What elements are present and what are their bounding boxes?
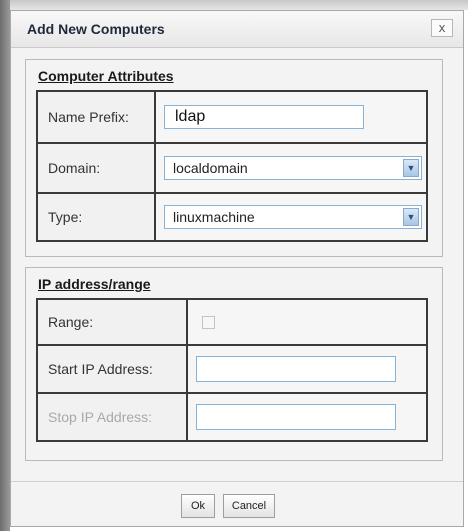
background-window-edge	[0, 0, 10, 531]
stop-ip-cell	[186, 392, 428, 442]
ip-range-legend: IP address/range	[38, 276, 151, 292]
start-ip-cell	[186, 344, 428, 394]
domain-selected-value: localdomain	[173, 160, 248, 176]
chevron-down-icon[interactable]: ▼	[403, 159, 419, 177]
type-selected-value: linuxmachine	[173, 209, 255, 225]
start-ip-input[interactable]	[196, 356, 396, 382]
type-cell: linuxmachine ▼	[154, 192, 428, 242]
computer-attributes-legend: Computer Attributes	[38, 68, 174, 84]
range-row: Range:	[36, 298, 428, 346]
chevron-down-icon[interactable]: ▼	[403, 208, 419, 226]
range-label: Range:	[36, 298, 188, 346]
start-ip-row: Start IP Address:	[36, 344, 428, 394]
stop-ip-label: Stop IP Address:	[36, 392, 188, 442]
dialog-footer: Ok Cancel	[11, 481, 463, 526]
close-icon: x	[438, 20, 446, 35]
name-prefix-input[interactable]	[164, 105, 364, 129]
range-cell	[186, 298, 428, 346]
background-window-top	[10, 0, 468, 10]
add-computers-dialog: Add New Computers x Computer Attributes …	[10, 10, 464, 527]
range-checkbox[interactable]	[202, 315, 215, 329]
cancel-button[interactable]: Cancel	[223, 494, 275, 518]
type-row: Type: linuxmachine ▼	[36, 192, 428, 242]
ok-button[interactable]: Ok	[181, 494, 215, 518]
dialog-title: Add New Computers	[27, 21, 165, 37]
stop-ip-row: Stop IP Address:	[36, 392, 428, 442]
dialog-titlebar[interactable]: Add New Computers x	[11, 11, 463, 48]
name-prefix-label: Name Prefix:	[36, 90, 156, 144]
name-prefix-row: Name Prefix:	[36, 90, 428, 144]
computer-attributes-group: Computer Attributes Name Prefix: Domain:…	[25, 59, 443, 257]
type-select[interactable]: linuxmachine ▼	[164, 205, 422, 229]
domain-label: Domain:	[36, 142, 156, 194]
ip-range-group: IP address/range Range: Start IP Address…	[25, 267, 443, 461]
start-ip-label: Start IP Address:	[36, 344, 188, 394]
domain-cell: localdomain ▼	[154, 142, 428, 194]
stop-ip-input[interactable]	[196, 404, 396, 430]
domain-row: Domain: localdomain ▼	[36, 142, 428, 194]
computer-attributes-table: Name Prefix: Domain: localdomain ▼ Type:	[36, 90, 428, 242]
name-prefix-cell	[154, 90, 428, 144]
type-label: Type:	[36, 192, 156, 242]
ip-range-table: Range: Start IP Address: Stop IP Address…	[36, 298, 428, 442]
close-button[interactable]: x	[431, 19, 453, 37]
domain-select[interactable]: localdomain ▼	[164, 156, 422, 180]
